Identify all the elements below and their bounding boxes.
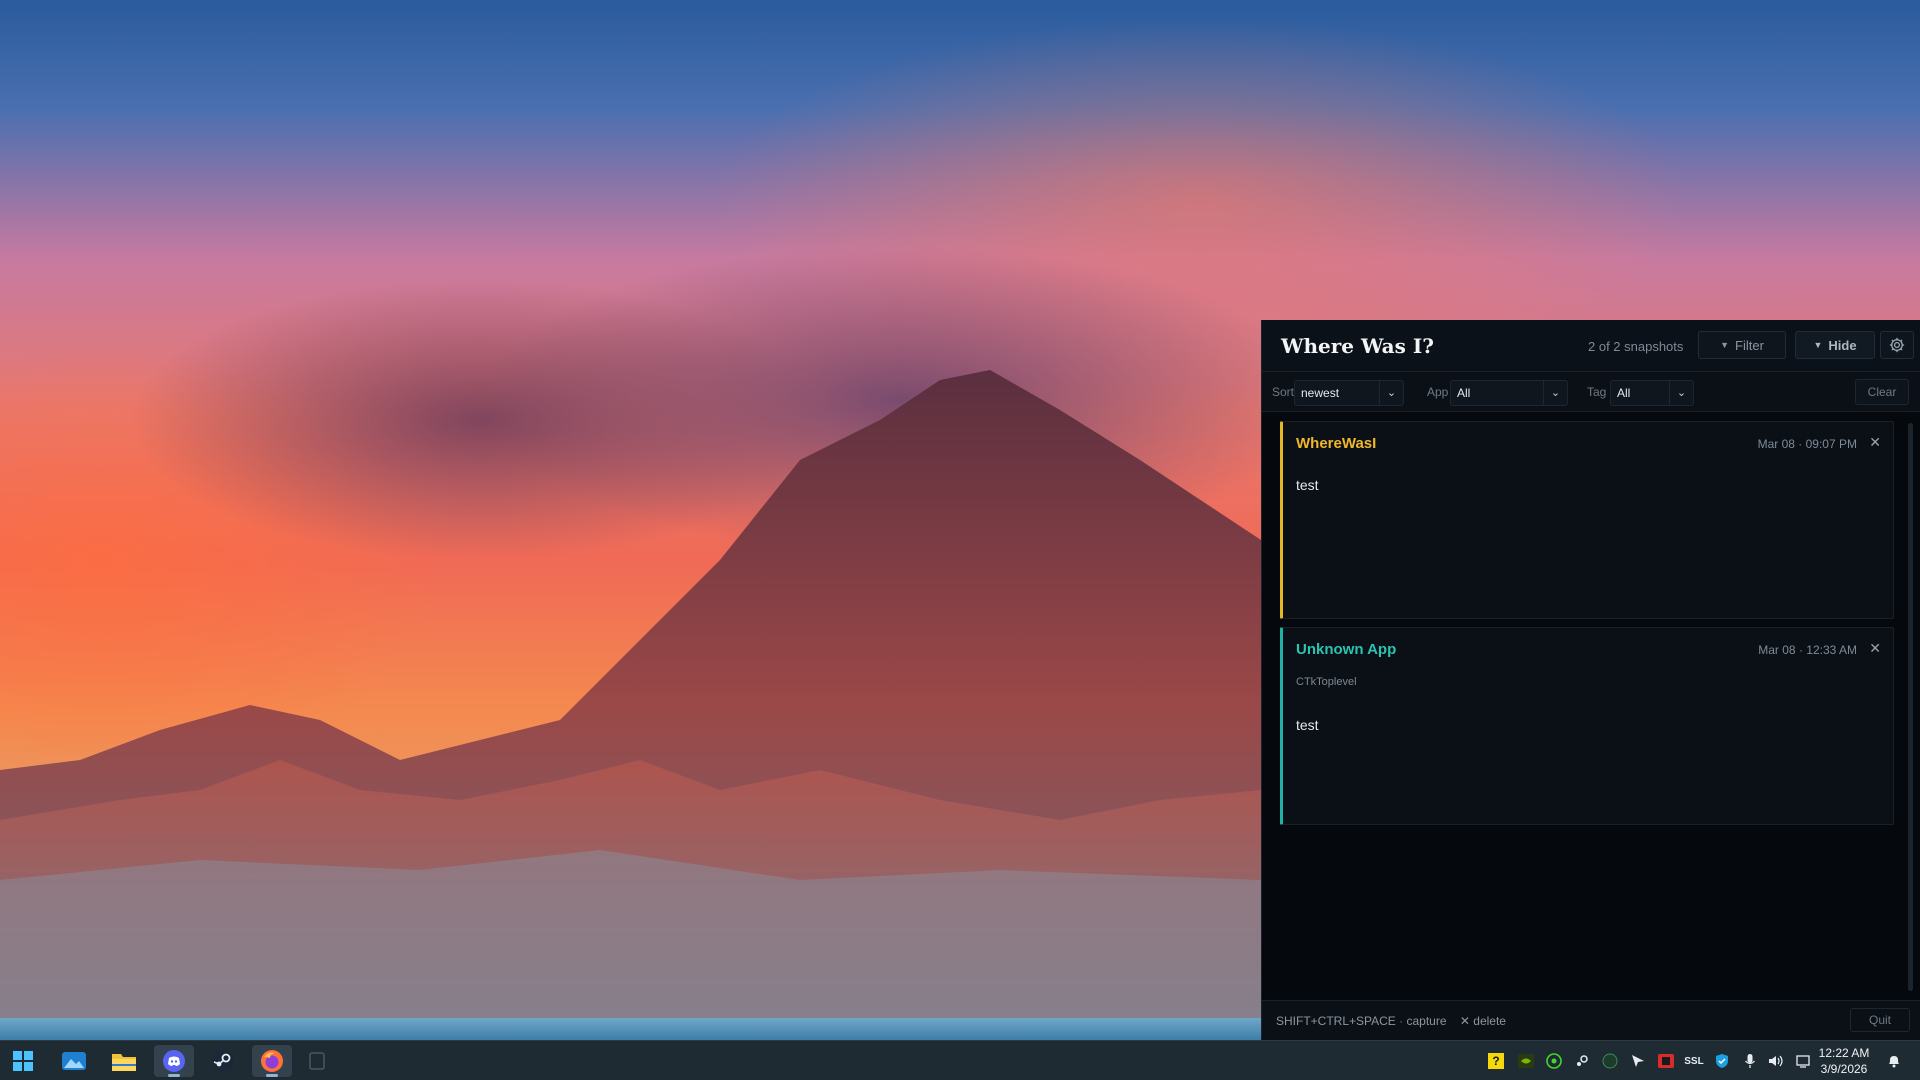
snapshot-note: test <box>1296 717 1319 733</box>
snapshot-time: 09:07 PM <box>1805 437 1857 451</box>
timestamp-separator: · <box>1798 437 1803 451</box>
shield-icon[interactable] <box>1712 1051 1732 1071</box>
capture-shortcut: SHIFT+CTRL+SPACE <box>1276 1014 1396 1028</box>
app-filter-value: All <box>1457 386 1471 400</box>
delete-icon: ✕ <box>1459 1014 1470 1028</box>
snapshot-date: Mar 08 <box>1758 643 1796 657</box>
taskbar-steam[interactable] <box>203 1045 243 1077</box>
timestamp-separator: · <box>1798 643 1803 657</box>
snapshot-count: 2 of 2 snapshots <box>1588 339 1684 354</box>
gear-icon <box>1889 337 1905 353</box>
xbox-icon[interactable] <box>1600 1051 1620 1071</box>
taskbar-file-explorer[interactable] <box>104 1045 144 1077</box>
clock-date: 3/9/2026 <box>1820 1062 1868 1076</box>
filter-button-label: Filter <box>1735 337 1764 353</box>
sort-select[interactable]: newest ⌄ <box>1294 380 1404 406</box>
snapshot-time: 12:33 AM <box>1806 643 1857 657</box>
taskbar-photos[interactable] <box>54 1045 94 1077</box>
taskbar-discord[interactable] <box>154 1045 194 1077</box>
network-icon[interactable] <box>1794 1051 1814 1071</box>
hint-separator: · <box>1399 1014 1404 1028</box>
taskbar: ? SSL 12:22 AM 3/9/2026 <box>0 1040 1920 1080</box>
taskbar-clock[interactable]: 12:22 AM 3/9/2026 <box>1812 1045 1876 1077</box>
sort-select-value: newest <box>1301 386 1340 400</box>
quit-button[interactable]: Quit <box>1850 1008 1910 1032</box>
snapshot-note: test <box>1296 477 1319 493</box>
taskbar-firefox[interactable] <box>252 1045 292 1077</box>
steam-tray-icon <box>1577 1055 1588 1066</box>
snapshot-card[interactable]: WhereWasI Mar 08 · 09:07 PM ✕ test <box>1280 421 1894 619</box>
microphone-icon[interactable] <box>1740 1051 1760 1071</box>
panel-header: Where Was I? 2 of 2 snapshots ▼ Filter ▼… <box>1262 320 1920 372</box>
tag-filter-label: Tag <box>1587 385 1607 399</box>
steam-tray-icon[interactable] <box>1572 1051 1592 1071</box>
cursor-icon <box>1632 1055 1644 1067</box>
sort-label: Sort <box>1272 385 1295 399</box>
capture-label: capture <box>1406 1014 1447 1028</box>
snapshot-app-name: WhereWasI <box>1296 435 1377 452</box>
tag-filter-select[interactable]: All ⌄ <box>1610 380 1694 406</box>
close-icon[interactable]: ✕ <box>1869 434 1881 451</box>
window-icon <box>309 1052 325 1070</box>
clear-button[interactable]: Clear <box>1855 379 1909 405</box>
close-icon[interactable]: ✕ <box>1869 640 1881 657</box>
snapshot-app-name: Unknown App <box>1296 641 1397 658</box>
chevron-down-icon: ⌄ <box>1379 381 1403 405</box>
start-icon <box>13 1051 33 1071</box>
razer-icon <box>1546 1053 1562 1069</box>
steam-icon <box>212 1050 234 1072</box>
filter-bar: Sort newest ⌄ App All ⌄ Tag All ⌄ Clear <box>1262 372 1920 412</box>
chevron-down-icon: ⌄ <box>1543 381 1567 405</box>
snapshot-timestamp: Mar 08 · 09:07 PM <box>1758 437 1857 451</box>
panel-footer: SHIFT+CTRL+SPACE · capture ✕ delete Quit <box>1262 1000 1920 1040</box>
chevron-down-icon: ⌄ <box>1669 381 1693 405</box>
nvidia-icon[interactable] <box>1516 1051 1536 1071</box>
discord-icon <box>163 1050 185 1072</box>
snapshot-date: Mar 08 <box>1757 437 1795 451</box>
delete-label: delete <box>1473 1014 1506 1028</box>
nvidia-icon <box>1518 1054 1534 1068</box>
notification-bell-icon[interactable] <box>1884 1051 1904 1071</box>
hide-button[interactable]: ▼ Hide <box>1795 331 1875 359</box>
filter-button[interactable]: ▼ Filter <box>1698 331 1786 359</box>
clock-time: 12:22 AM <box>1818 1046 1870 1060</box>
shield-icon <box>1716 1054 1728 1068</box>
taskbar-window[interactable] <box>297 1045 337 1077</box>
red-app-icon[interactable] <box>1656 1051 1676 1071</box>
xbox-icon <box>1602 1053 1618 1069</box>
settings-button[interactable] <box>1880 331 1914 359</box>
tag-filter-value: All <box>1617 386 1631 400</box>
notification-bell-icon <box>1889 1056 1899 1068</box>
ssl-icon[interactable]: SSL <box>1684 1051 1704 1071</box>
volume-icon <box>1769 1055 1783 1067</box>
file-explorer-icon <box>112 1054 136 1071</box>
firefox-icon <box>261 1050 283 1072</box>
app-filter-select[interactable]: All ⌄ <box>1450 380 1568 406</box>
red-app-icon <box>1658 1054 1674 1068</box>
start-button[interactable] <box>3 1045 43 1077</box>
hide-funnel-icon: ▼ <box>1813 340 1823 350</box>
microphone-icon <box>1745 1054 1755 1068</box>
photos-icon <box>62 1052 86 1070</box>
snapshot-timestamp: Mar 08 · 12:33 AM <box>1758 643 1857 657</box>
hide-button-label: Hide <box>1828 337 1857 353</box>
snapshot-card[interactable]: Unknown App Mar 08 · 12:33 AM ✕ CTkTople… <box>1280 627 1894 825</box>
volume-icon[interactable] <box>1766 1051 1786 1071</box>
cursor-icon[interactable] <box>1628 1051 1648 1071</box>
network-icon <box>1796 1055 1810 1068</box>
snapshot-window-class: CTkToplevel <box>1296 676 1357 688</box>
app-title: Where Was I? <box>1281 334 1434 358</box>
filter-funnel-icon: ▼ <box>1720 340 1730 350</box>
where-was-i-panel: Where Was I? 2 of 2 snapshots ▼ Filter ▼… <box>1261 320 1920 1040</box>
list-scrollbar[interactable] <box>1908 423 1913 991</box>
razer-icon[interactable] <box>1544 1051 1564 1071</box>
help-icon[interactable]: ? <box>1488 1053 1504 1069</box>
app-filter-label: App <box>1427 385 1449 399</box>
shortcut-hint: SHIFT+CTRL+SPACE · capture ✕ delete <box>1276 1014 1506 1028</box>
